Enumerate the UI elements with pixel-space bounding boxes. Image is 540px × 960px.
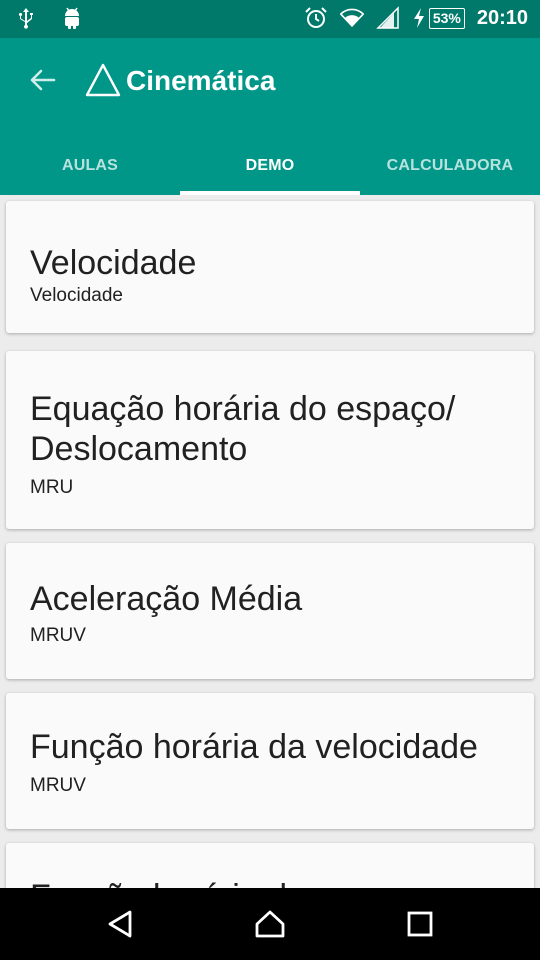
system-nav-bar bbox=[0, 888, 540, 960]
list-item-aceleracao-media[interactable]: Aceleração Média MRUV bbox=[6, 543, 534, 679]
triangle-logo-icon bbox=[84, 62, 122, 98]
nav-back-button[interactable] bbox=[104, 908, 136, 940]
list-item-funcao-horaria-velocidade[interactable]: Função horária da velocidade MRUV bbox=[6, 693, 534, 829]
signal-icon bbox=[376, 6, 400, 30]
tab-calculadora[interactable]: CALCULADORA bbox=[360, 136, 540, 195]
tab-aulas[interactable]: AULAS bbox=[0, 136, 180, 195]
page-title: Cinemática bbox=[126, 65, 276, 96]
status-bar: 53% 20:10 bbox=[0, 0, 540, 38]
card-title: Velocidade bbox=[30, 244, 197, 282]
card-title: Aceleração Média bbox=[30, 580, 303, 618]
list-item-equacao-horaria-espaco[interactable]: Equação horária do espaço/ Deslocamento … bbox=[6, 351, 534, 529]
battery-level: 53% bbox=[428, 7, 465, 29]
list-item-funcao-horaria-espaco[interactable]: Função horária do espaço bbox=[6, 843, 534, 888]
card-subtitle: MRUV bbox=[30, 775, 86, 796]
demo-list[interactable]: Velocidade Velocidade Equação horária do… bbox=[0, 195, 540, 888]
card-subtitle: Velocidade bbox=[30, 285, 123, 306]
clock: 20:10 bbox=[476, 7, 528, 29]
arrow-back-icon bbox=[30, 69, 56, 91]
card-title: Função horária do espaço bbox=[30, 877, 510, 888]
tab-label: CALCULADORA bbox=[386, 156, 514, 174]
tab-bar: AULAS DEMO CALCULADORA bbox=[0, 136, 540, 195]
list-item-velocidade[interactable]: Velocidade Velocidade bbox=[6, 201, 534, 333]
alarm-icon bbox=[304, 6, 328, 30]
card-title: Equação horária do espaço/ Deslocamento bbox=[30, 390, 456, 468]
android-debug-icon bbox=[60, 6, 84, 30]
card-subtitle: MRU bbox=[30, 477, 74, 498]
card-title: Função horária da velocidade bbox=[30, 728, 478, 766]
app-bar: Cinemática AULAS DEMO CALCULADORA bbox=[0, 38, 540, 195]
back-button[interactable] bbox=[24, 66, 60, 94]
recents-square-icon bbox=[407, 911, 433, 937]
tab-label: AULAS bbox=[61, 156, 119, 174]
nav-recents-button[interactable] bbox=[404, 908, 436, 940]
card-subtitle: MRUV bbox=[30, 625, 86, 646]
nav-home-button[interactable] bbox=[254, 908, 286, 940]
home-icon bbox=[255, 910, 285, 938]
tab-demo[interactable]: DEMO bbox=[180, 136, 360, 195]
back-triangle-icon bbox=[108, 910, 132, 938]
battery-indicator: 53% bbox=[412, 6, 465, 30]
charging-icon bbox=[412, 6, 426, 30]
wifi-icon bbox=[339, 6, 364, 30]
tab-label: DEMO bbox=[245, 156, 295, 174]
usb-icon bbox=[14, 6, 38, 30]
